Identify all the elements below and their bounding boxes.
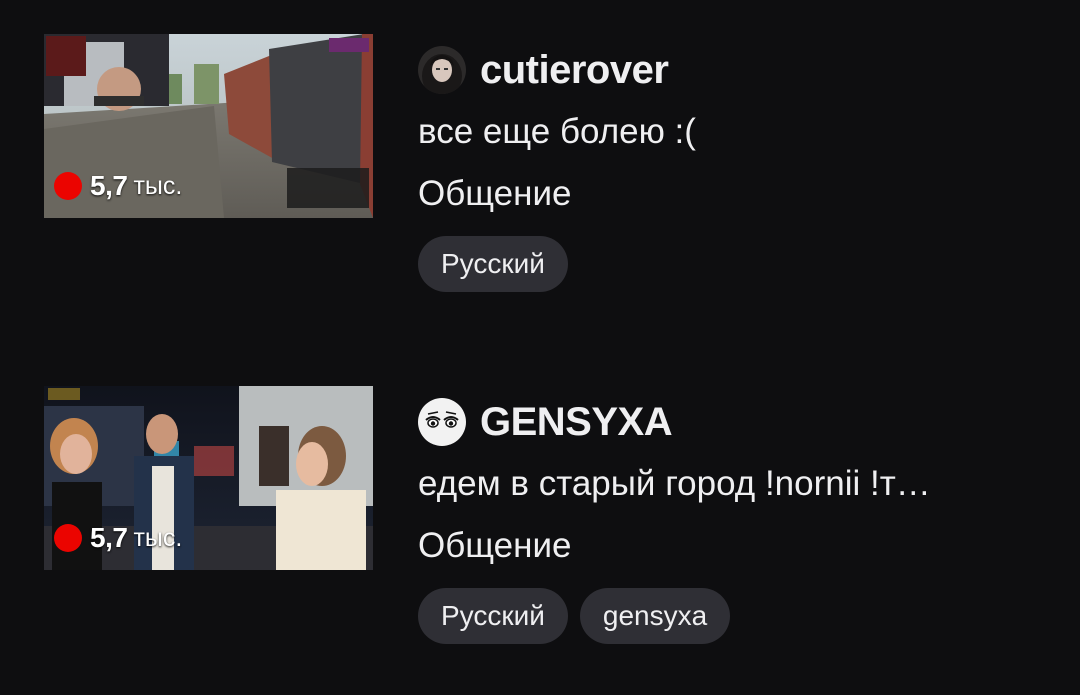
viewer-count-unit: тыс. [133,523,183,552]
viewer-count: 5,7 [90,170,128,201]
stream-category[interactable]: Общение [418,526,1058,566]
anime-eyes-avatar-icon[interactable] [418,398,466,446]
channel-name[interactable]: cutierover [480,48,669,93]
tag-gensyxa[interactable]: gensyxa [579,588,731,644]
viewer-count-badge: 5,7 тыс. [54,170,182,202]
viewer-count-badge: 5,7 тыс. [54,522,182,554]
tag-russian[interactable]: Русский [418,588,568,644]
stream-info: cutierover все еще болею :( Общение Русс… [418,44,1058,292]
stream-title[interactable]: все еще болею :( [418,112,1028,152]
tag-list: Русский [418,236,1058,292]
stream-category[interactable]: Общение [418,174,1058,214]
dark-haired-girl-avatar-icon[interactable] [418,46,466,94]
stream-card[interactable]: 5,7 тыс. GENSYXA едем в старый город !no… [0,352,1080,652]
tag-list: Русский gensyxa [418,588,1058,644]
stream-info: GENSYXA едем в старый город !nornii !т… … [418,396,1058,644]
channel-row: GENSYXA [418,396,1058,448]
channel-name[interactable]: GENSYXA [480,400,673,445]
stream-title[interactable]: едем в старый город !nornii !т… [418,464,1028,504]
tag-russian[interactable]: Русский [418,236,568,292]
stream-card[interactable]: 5,7 тыс. cutierover все еще болею :( Общ… [0,0,1080,300]
viewer-count: 5,7 [90,522,128,553]
live-indicator-icon [54,172,82,200]
channel-row: cutierover [418,44,1058,96]
stream-thumbnail[interactable]: 5,7 тыс. [44,386,373,570]
live-indicator-icon [54,524,82,552]
stream-thumbnail[interactable]: 5,7 тыс. [44,34,373,218]
viewer-count-unit: тыс. [133,171,183,200]
